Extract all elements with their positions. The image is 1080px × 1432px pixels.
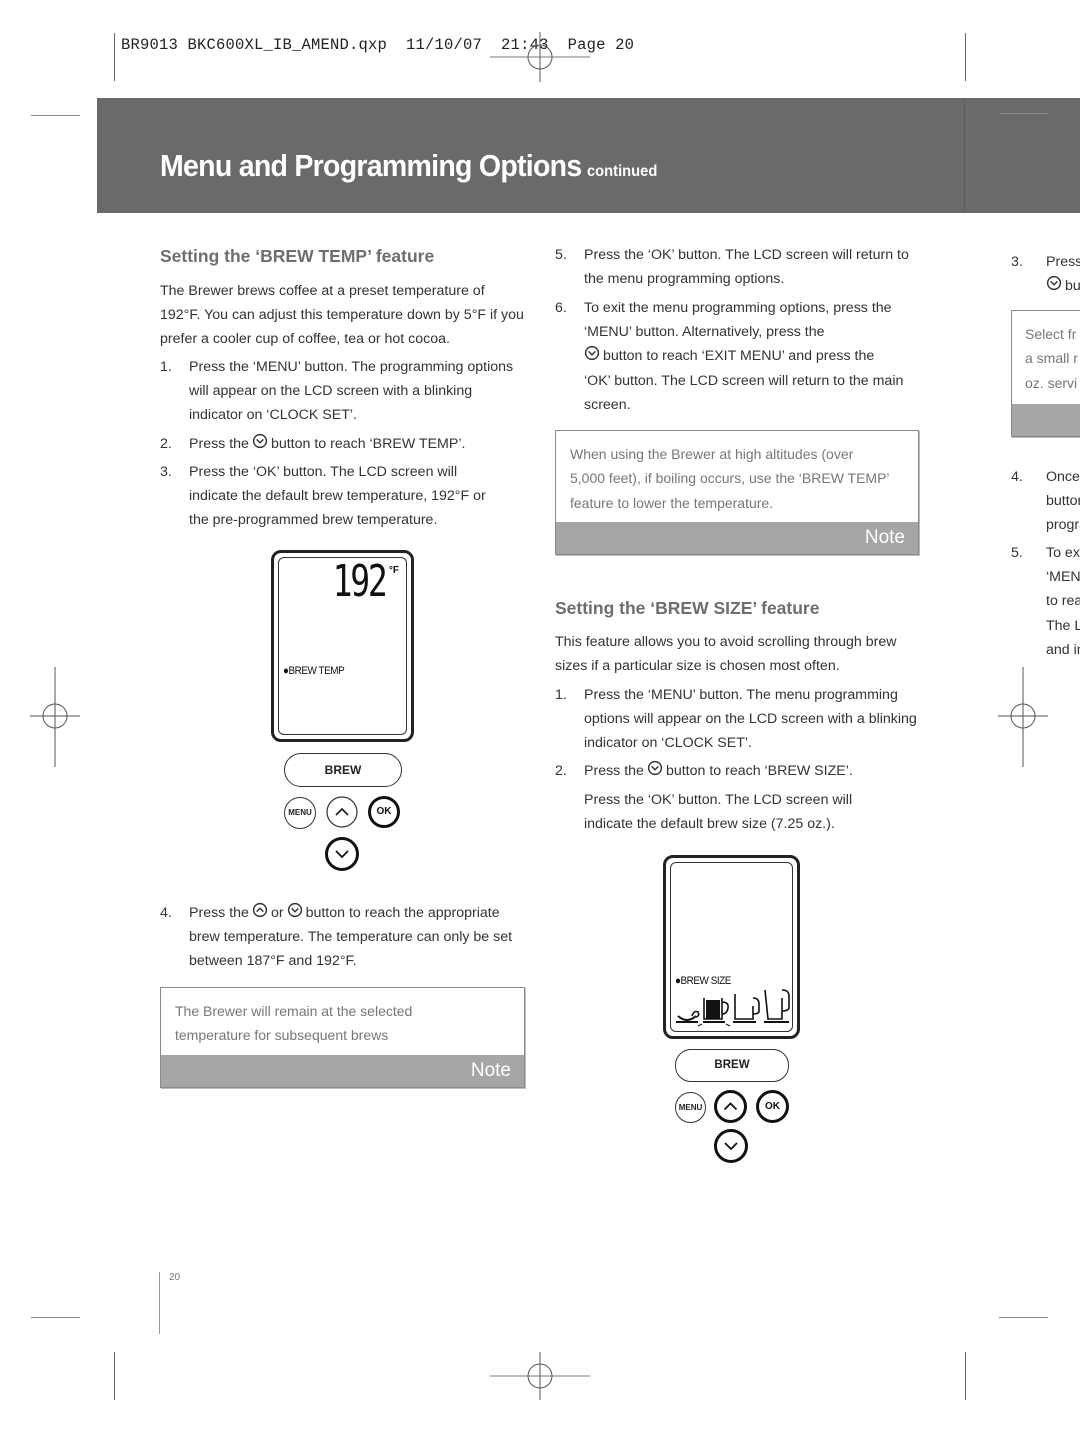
step-text: The LC — [1046, 617, 1080, 634]
step-text: button to reach ‘BREW TEMP’. — [270, 436, 466, 452]
note-text: The Brewer will remain at the selected t… — [175, 1003, 413, 1044]
large-cup-icon — [733, 994, 760, 1023]
step-number: 2. — [555, 763, 567, 779]
registration-mark-icon — [30, 667, 80, 767]
note-label: Note — [470, 1060, 511, 1081]
step-text: Press the — [189, 905, 249, 921]
lcd-temperature-value: 192 — [332, 556, 387, 607]
step-text: Press the ‘OK’ button. The LCD screen wi… — [584, 792, 853, 833]
step-text: Press the — [584, 763, 644, 779]
crop-mark — [965, 33, 966, 81]
crop-mark — [965, 1352, 966, 1400]
page-title-continued: continued — [586, 163, 658, 180]
brew-button[interactable]: BREW — [284, 753, 402, 787]
step-text: To exit the menu programming options, pr… — [584, 300, 892, 341]
down-arrow-button-icon — [287, 902, 303, 918]
lcd-display-brew-size: ●BREW SIZE — [663, 855, 800, 1039]
page-number: 20 — [169, 1272, 181, 1283]
lcd-temperature-unit: °F — [388, 565, 399, 576]
down-arrow-button-icon — [252, 433, 268, 449]
step-text: or — [270, 905, 284, 921]
menu-button[interactable]: MENU — [284, 797, 316, 829]
brew-temp-heading: Setting the ‘BREW TEMP’ feature — [160, 246, 435, 266]
section-banner: Menu and Programming Options continued — [97, 98, 1080, 213]
step-number: 5. — [1011, 545, 1023, 561]
cup-size-icons — [676, 989, 790, 1027]
down-arrow-button-icon — [1046, 275, 1062, 291]
step-number: 6. — [555, 300, 567, 316]
folio-rule — [159, 1272, 160, 1334]
note-box-altitude: When using the Brewer at high altitudes … — [555, 430, 919, 555]
step-text: ‘MENU — [1046, 569, 1080, 586]
ok-button[interactable]: OK — [756, 1090, 789, 1123]
registration-mark-icon — [998, 667, 1048, 767]
step-number: 4. — [1011, 469, 1023, 485]
banner-divider — [964, 98, 965, 213]
brew-size-heading: Setting the ‘BREW SIZE’ feature — [555, 598, 820, 618]
page-title-text: Menu and Programming Options — [160, 148, 582, 183]
step-text: Once — [1046, 469, 1080, 485]
step-text: Press the ‘OK’ button. The LCD screen wi… — [189, 464, 486, 529]
step-number: 5. — [555, 247, 567, 263]
crop-mark — [114, 33, 115, 81]
step-text: To exit — [1046, 545, 1080, 561]
step-text: button — [1046, 493, 1080, 510]
crop-mark — [999, 1317, 1048, 1318]
up-button[interactable] — [326, 796, 358, 828]
lcd-display-brew-temp: 192 °F ●BREW TEMP — [271, 550, 414, 742]
step-number: 1. — [555, 687, 567, 703]
down-arrow-button-icon — [584, 345, 600, 361]
note-text: When using the Brewer at high altitudes … — [570, 446, 890, 511]
step-number: 1. — [160, 359, 172, 375]
note-box-partial: Select fr a small r oz. servi — [1011, 310, 1080, 437]
step-text: progra — [1046, 517, 1080, 534]
down-arrow-button-icon — [647, 760, 663, 776]
step-text: and in — [1046, 641, 1080, 658]
step-number: 4. — [160, 905, 172, 921]
step-number: 3. — [160, 464, 172, 480]
note-text: Select fr — [1025, 326, 1077, 342]
note-label: Note — [864, 527, 905, 548]
up-button[interactable] — [714, 1090, 747, 1123]
registration-mark-icon — [490, 1352, 590, 1400]
note-text: a small r — [1025, 350, 1078, 367]
crop-mark — [31, 115, 80, 116]
step-text: Press the ‘MENU’ button. The menu progra… — [584, 687, 917, 752]
note-box-temperature: The Brewer will remain at the selected t… — [160, 987, 525, 1088]
step-text: Press the ‘MENU’ button. The programming… — [189, 359, 514, 424]
step-number: 2. — [160, 436, 172, 452]
step-text: bu — [1065, 278, 1080, 294]
page-title: Menu and Programming Options continued — [160, 148, 657, 184]
step-text: Press the ‘OK’ button. The LCD screen wi… — [584, 247, 909, 288]
step-number: 3. — [1011, 254, 1023, 270]
step-text: button to reach ‘EXIT MENU’ and press th… — [584, 348, 904, 413]
crop-mark — [114, 1352, 115, 1400]
medium-cup-icon-selected — [697, 998, 731, 1027]
right-column-partial: 3. Press bu Select fr a small r oz. serv… — [1005, 240, 1080, 680]
menu-button[interactable]: MENU — [675, 1092, 706, 1123]
brew-button[interactable]: BREW — [675, 1049, 789, 1082]
brew-temp-intro: The Brewer brews coffee at a preset temp… — [160, 283, 524, 348]
step-text: Press the — [189, 436, 249, 452]
step-text: to reac — [1046, 593, 1080, 610]
step-text: button to reach ‘BREW SIZE’. — [665, 763, 853, 779]
brew-size-intro: This feature allows you to avoid scrolli… — [555, 634, 897, 675]
down-button[interactable] — [325, 837, 359, 871]
crop-mark — [31, 1317, 80, 1318]
step-text: Press — [1046, 254, 1080, 270]
banner-crop-tick — [1000, 113, 1049, 114]
travel-mug-icon — [764, 989, 790, 1023]
ok-button[interactable]: OK — [368, 796, 400, 828]
down-button[interactable] — [714, 1129, 748, 1163]
small-cup-icon — [676, 1010, 700, 1023]
lcd-indicator-brew-temp: ●BREW TEMP — [283, 665, 345, 677]
note-text: oz. servi — [1025, 374, 1078, 391]
up-arrow-button-icon — [252, 902, 268, 918]
registration-mark-icon — [490, 32, 590, 82]
